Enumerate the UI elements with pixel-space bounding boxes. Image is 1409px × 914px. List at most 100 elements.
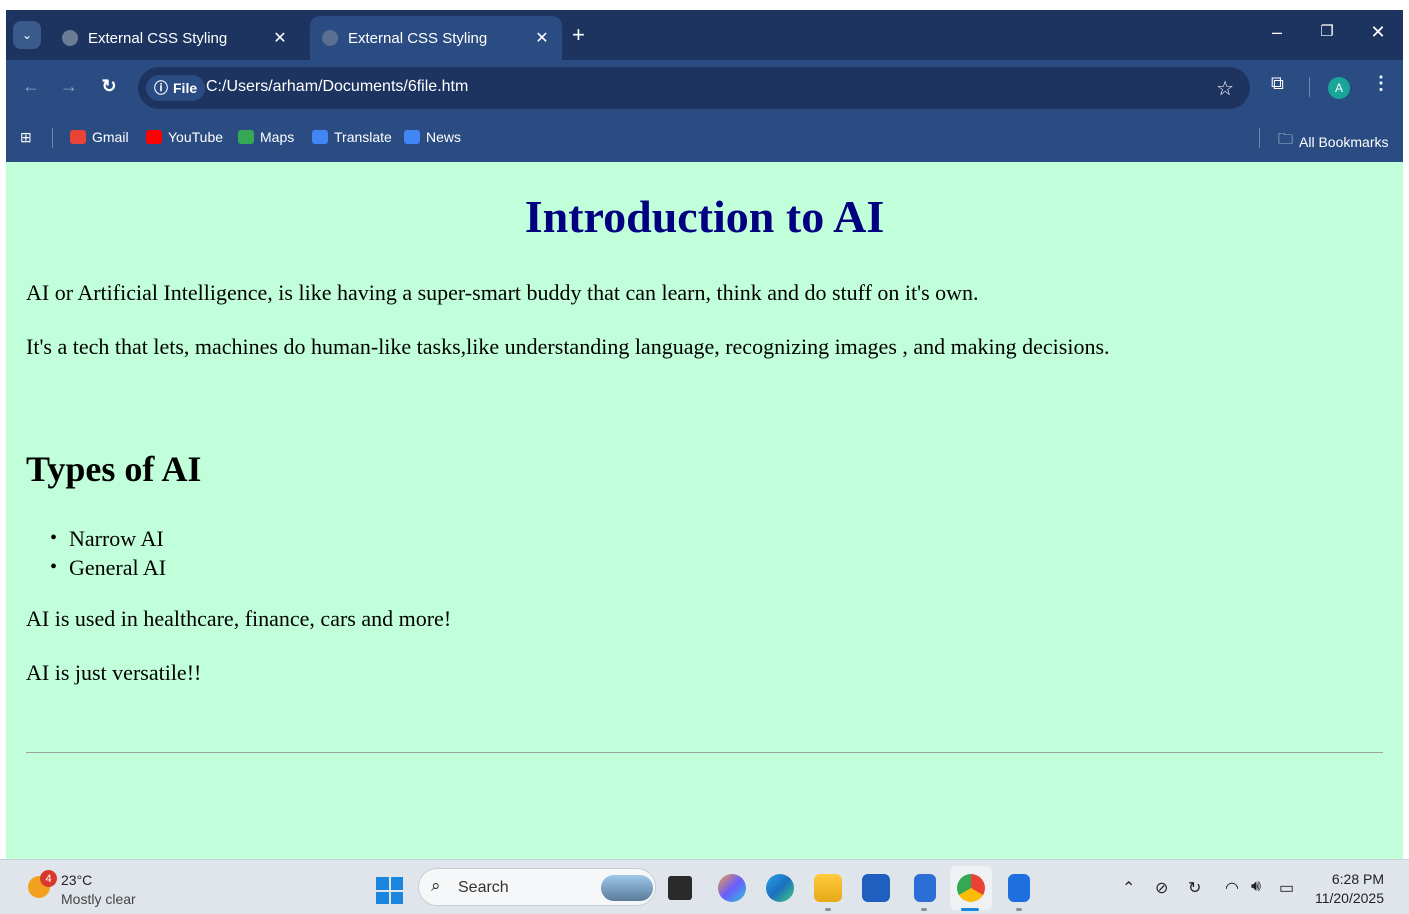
bookmark-news[interactable]: News (404, 129, 461, 145)
chevron-up-icon[interactable]: ⌃ (1122, 878, 1135, 898)
bookmark-translate[interactable]: Translate (312, 129, 392, 145)
bookmark-label: News (426, 129, 462, 145)
minimize-button[interactable]: – (1265, 22, 1289, 43)
bookmark-label: YouTube (168, 129, 224, 145)
bookmarks-divider (52, 128, 53, 148)
intro-paragraph-1: AI or Artificial Intelligence, is like h… (26, 280, 979, 305)
folder-icon: 🗀 (1278, 131, 1294, 148)
clock-time: 6:28 PM (1331, 871, 1384, 887)
bookmark-gmail[interactable]: Gmail (70, 129, 129, 145)
close-window-button[interactable]: ✕ (1366, 22, 1390, 43)
types-list: Narrow AI General AI (50, 524, 166, 582)
reload-button[interactable]: ↻ (98, 76, 120, 97)
windows-logo-icon (376, 877, 389, 890)
bookmark-maps[interactable]: Maps (238, 129, 294, 145)
clock-date: 11/20/2025 (1314, 890, 1384, 906)
running-indicator (921, 908, 927, 911)
types-heading: Types of AI (26, 449, 202, 489)
globe-icon (322, 30, 338, 46)
chevron-down-icon: ⌄ (21, 28, 33, 42)
active-indicator (961, 908, 979, 911)
bookmark-label: Maps (260, 129, 295, 145)
browser-toolbar: ← → ↻ ⓘ File C:/Users/arham/Documents/6f… (6, 60, 1403, 114)
cloud-off-icon[interactable]: ⊘ (1155, 878, 1168, 898)
chrome-icon[interactable] (957, 874, 985, 902)
running-indicator (1016, 908, 1022, 911)
sync-icon[interactable]: ↻ (1188, 878, 1201, 898)
system-clock[interactable]: 6:28 PM 11/20/2025 (1306, 870, 1384, 908)
closing-paragraph: AI is just versatile!! (26, 660, 202, 685)
weather-temperature: 23°C (61, 872, 93, 888)
usage-paragraph: AI is used in healthcare, finance, cars … (26, 606, 452, 631)
list-item: Narrow AI (50, 524, 166, 553)
address-bar[interactable]: ⓘ File C:/Users/arham/Documents/6file.ht… (138, 67, 1250, 109)
info-icon: ⓘ (154, 80, 168, 96)
close-icon: ✕ (1370, 22, 1386, 42)
battery-icon[interactable]: ▭ (1279, 878, 1294, 898)
running-indicator (825, 908, 831, 911)
globe-icon (62, 30, 78, 46)
news-icon (404, 130, 420, 144)
arrow-right-icon: → (60, 76, 78, 96)
bookmark-label: Translate (334, 129, 392, 145)
profile-initial: A (1334, 81, 1343, 95)
weather-condition: Mostly clear (61, 891, 136, 907)
site-info-chip[interactable]: ⓘ File (146, 75, 206, 101)
all-bookmarks-label: All Bookmarks (1299, 133, 1389, 150)
restore-icon: ❐ (1320, 23, 1334, 40)
edge-icon[interactable] (766, 874, 794, 902)
youtube-icon (146, 130, 162, 144)
intro-paragraph-2: It's a tech that lets, machines do human… (26, 334, 1110, 359)
notepad-icon[interactable] (914, 874, 936, 902)
toolbar-divider (1309, 77, 1310, 97)
tab-active[interactable]: External CSS Styling ✕ (310, 16, 562, 60)
file-explorer-icon[interactable] (814, 874, 842, 902)
store-icon[interactable] (862, 874, 890, 902)
url-text[interactable]: C:/Users/arham/Documents/6file.htm (206, 78, 468, 96)
page-title: Introduction to AI (524, 191, 885, 242)
tab-inactive[interactable]: External CSS Styling ✕ (50, 16, 300, 60)
extensions-icon[interactable]: ⧉ (1271, 73, 1284, 94)
plus-icon: + (572, 22, 585, 47)
all-bookmarks-button[interactable]: 🗀 All Bookmarks (1278, 129, 1388, 154)
search-icon: ⌕ (431, 876, 441, 895)
start-button[interactable] (376, 877, 403, 904)
docs-app-icon[interactable] (1008, 874, 1030, 902)
search-placeholder: Search (458, 879, 509, 896)
tab-title: External CSS Styling (88, 29, 228, 47)
close-icon[interactable]: ✕ (270, 28, 290, 48)
bookmark-label: Gmail (92, 129, 129, 145)
back-button[interactable]: ← (20, 76, 42, 97)
apps-grid-icon[interactable]: ⊞ (20, 129, 32, 146)
tab-title: External CSS Styling (348, 29, 488, 47)
taskbar-search[interactable]: ⌕ Search (418, 868, 656, 906)
menu-kebab-icon[interactable]: ⋮ (1372, 73, 1390, 94)
bookmark-star-icon[interactable]: ☆ (1216, 76, 1234, 101)
bookmarks-bar: ⊞ Gmail YouTube Maps Translate News 🗀 Al… (6, 114, 1403, 162)
horizontal-rule (26, 752, 1383, 753)
tab-strip: ⌄ External CSS Styling ✕ External CSS St… (6, 10, 1403, 60)
restore-button[interactable]: ❐ (1315, 22, 1339, 40)
browser-chrome: ⌄ External CSS Styling ✕ External CSS St… (6, 10, 1403, 162)
arrow-left-icon: ← (22, 76, 40, 96)
speaker-icon[interactable]: 🔊︎ (1251, 878, 1261, 896)
wifi-icon[interactable]: ◠ (1225, 878, 1239, 898)
site-info-label: File (173, 80, 198, 96)
bookmark-youtube[interactable]: YouTube (146, 129, 223, 145)
page-viewport: Introduction to AI AI or Artificial Inte… (6, 162, 1403, 859)
taskbar: 4 23°C Mostly clear ⌕ Search ⌃ ⊘ ↻ ◠ 🔊︎ … (0, 859, 1409, 914)
bookmarks-divider (1259, 128, 1260, 148)
copilot-icon[interactable] (718, 874, 746, 902)
task-view-icon[interactable] (668, 876, 692, 900)
gmail-icon (70, 130, 86, 144)
maps-icon (238, 130, 254, 144)
weather-widget[interactable]: 4 23°C Mostly clear (28, 870, 138, 910)
tab-search-button[interactable]: ⌄ (13, 21, 41, 49)
close-icon[interactable]: ✕ (532, 28, 552, 48)
profile-avatar[interactable]: A (1328, 77, 1350, 99)
list-item: General AI (50, 553, 166, 582)
forward-button[interactable]: → (58, 76, 80, 97)
new-tab-button[interactable]: + (572, 22, 585, 48)
translate-icon (312, 130, 328, 144)
reload-icon: ↻ (101, 76, 117, 96)
